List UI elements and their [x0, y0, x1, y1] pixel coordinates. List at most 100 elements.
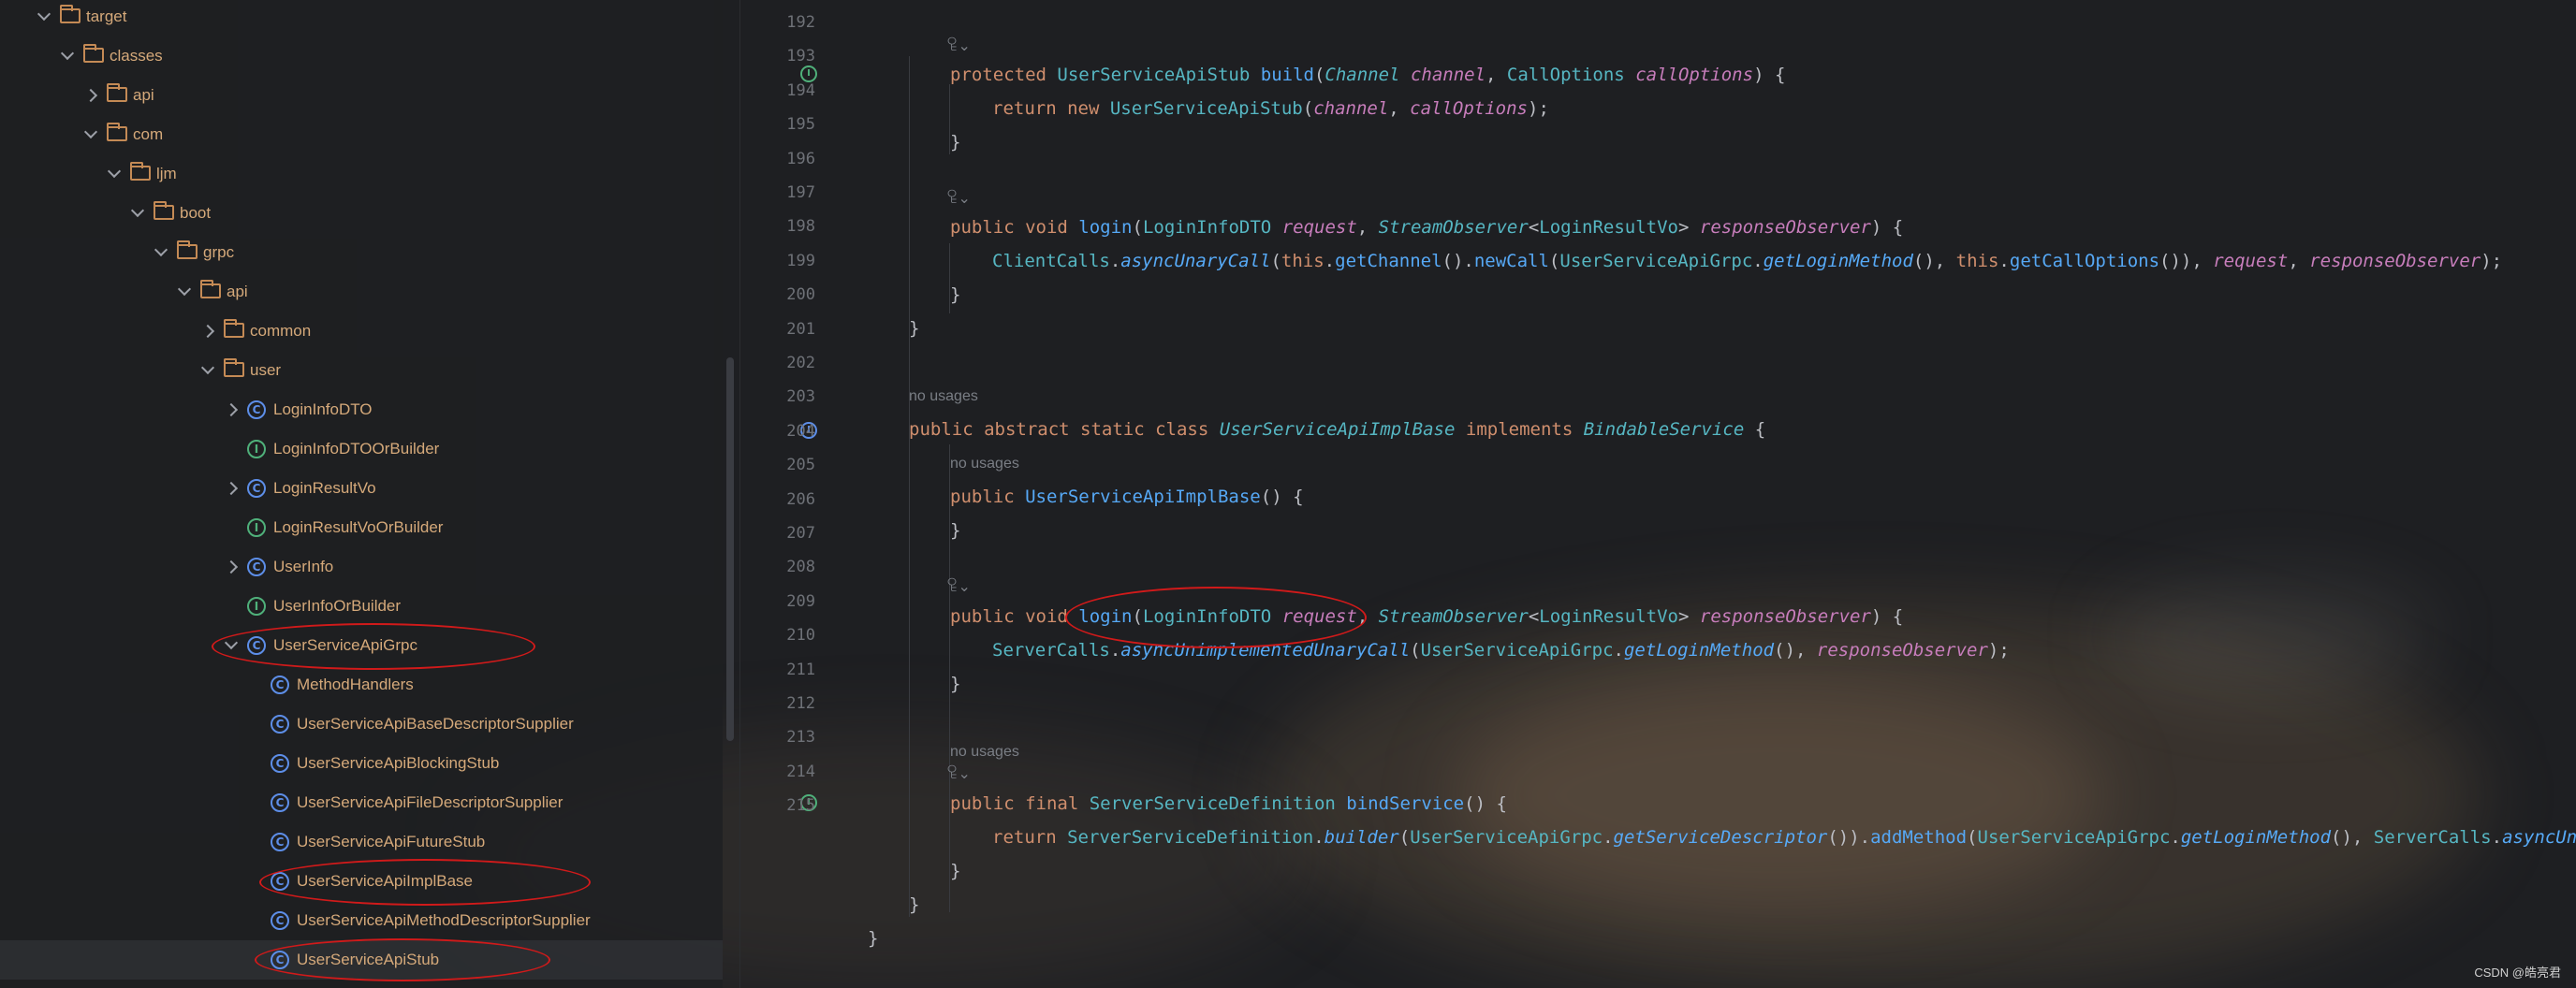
tree-item[interactable]: api	[0, 76, 723, 115]
folder-icon	[154, 201, 174, 220]
tree-item[interactable]: C UserServiceApiBaseDescriptorSupplier	[0, 705, 723, 744]
line-number: 210	[786, 626, 815, 646]
tree-item[interactable]: api	[0, 272, 723, 312]
folder-icon	[107, 123, 127, 141]
chevron-down-icon[interactable]	[107, 164, 122, 179]
tree-item[interactable]: C UserServiceApiMethodDescriptorSupplier	[0, 901, 723, 940]
chevron-right-icon[interactable]	[224, 402, 239, 417]
chevron-down-icon[interactable]	[177, 282, 192, 297]
author-hint[interactable]: ꄗ⌄	[946, 765, 971, 784]
class-icon: C	[271, 872, 289, 891]
chevron-right-icon[interactable]	[224, 481, 239, 496]
class-icon: C	[247, 636, 266, 655]
tree-item[interactable]: I LoginInfoDTOOrBuilder	[0, 429, 723, 469]
tree-item[interactable]: C UserServiceApiFileDescriptorSupplier	[0, 783, 723, 822]
folder-icon	[130, 162, 151, 181]
code-line-197[interactable]: public void login(LoginInfoDTO request, …	[950, 216, 1903, 239]
author-hint[interactable]: ꄗ⌄	[946, 37, 971, 56]
tree-item-label: LoginResultVo	[273, 479, 376, 497]
line-number: 199	[786, 251, 815, 270]
tree-item-label: LoginResultVoOrBuilder	[273, 518, 444, 536]
indent-guide	[909, 56, 910, 917]
line-number: 215	[786, 796, 815, 816]
tree-item[interactable]: grpc	[0, 233, 723, 272]
chevron-down-icon[interactable]	[83, 124, 98, 139]
tree-item[interactable]: I LoginResultVoOrBuilder	[0, 508, 723, 547]
tree-item-label: UserServiceApiStub	[297, 951, 440, 968]
code-line-207[interactable]: ServerCalls.asyncUnimplementedUnaryCall(…	[992, 639, 2010, 661]
tree-item[interactable]: C UserServiceApiImplBase	[0, 862, 723, 901]
tree-item-label: api	[227, 283, 248, 300]
class-icon: C	[271, 715, 289, 734]
chevron-down-icon[interactable]	[224, 635, 239, 650]
code-line-203[interactable]: public UserServiceApiImplBase() {	[950, 486, 1304, 508]
tree-item[interactable]: C LoginInfoDTO	[0, 390, 723, 429]
line-number: 207	[786, 524, 815, 543]
no-usages-hint[interactable]: no usages	[950, 455, 1019, 473]
tree-item[interactable]: common	[0, 312, 723, 351]
line-number: 202	[786, 354, 815, 372]
tree-item-label: user	[250, 361, 282, 379]
tree-item[interactable]: boot	[0, 194, 723, 233]
chevron-down-icon[interactable]	[37, 7, 51, 22]
code-line-211[interactable]: return ServerServiceDefinition.builder(U…	[992, 826, 2576, 849]
tree-item[interactable]: I UserInfoOrBuilder	[0, 587, 723, 626]
code-line-212[interactable]: }	[950, 860, 960, 882]
tree-item[interactable]: C UserServiceApiBlockingStub	[0, 744, 723, 783]
no-usages-hint[interactable]: no usages	[950, 743, 1019, 762]
implements-gutter-icon[interactable]: I	[800, 65, 817, 82]
tree-item[interactable]: C LoginResultVo	[0, 469, 723, 508]
code-line-208[interactable]: }	[950, 673, 960, 695]
tree-item[interactable]: target	[0, 0, 723, 36]
code-line-214[interactable]: }	[868, 927, 878, 950]
chevron-right-icon[interactable]	[224, 559, 239, 574]
chevron-down-icon[interactable]	[130, 203, 145, 218]
code-line-204[interactable]: }	[950, 519, 960, 542]
tree-item-label: UserInfoOrBuilder	[273, 597, 402, 615]
tree-item-label: LoginInfoDTO	[273, 400, 373, 418]
line-number: 192	[786, 13, 815, 32]
tree-item[interactable]: C MethodHandlers	[0, 665, 723, 705]
tree-item[interactable]: com	[0, 115, 723, 154]
code-line-200[interactable]: }	[909, 317, 919, 340]
tree-item[interactable]: C UserServiceApiGrpc	[0, 626, 723, 665]
tree-item[interactable]: user	[0, 351, 723, 390]
chevron-down-icon[interactable]	[154, 242, 168, 257]
code-line-202[interactable]: public abstract static class UserService…	[909, 418, 1765, 441]
chevron-right-icon[interactable]	[200, 324, 215, 339]
code-line-195[interactable]: }	[950, 131, 960, 153]
code-line-206[interactable]: public void login(LoginInfoDTO request, …	[950, 605, 1903, 628]
no-usages-hint[interactable]: no usages	[909, 387, 978, 406]
line-number: 195	[786, 115, 815, 135]
tree-item[interactable]: C UserInfo	[0, 547, 723, 587]
tree-item-label: LoginInfoDTOOrBuilder	[273, 440, 440, 458]
tree-item[interactable]: ljm	[0, 154, 723, 194]
chevron-down-icon[interactable]	[60, 46, 75, 61]
tree-item[interactable]: C UserServiceApiFutureStub	[0, 822, 723, 862]
line-number: 211	[786, 660, 815, 679]
class-icon: C	[271, 793, 289, 812]
code-line-213[interactable]: }	[909, 894, 919, 916]
chevron-down-icon[interactable]	[200, 360, 215, 375]
line-number: 204	[786, 421, 815, 441]
line-number: 206	[786, 489, 815, 509]
project-tree[interactable]: target classes api com ljm boot grpc api common u…	[0, 0, 723, 988]
tree-scrollbar[interactable]	[726, 357, 734, 741]
tree-item[interactable]: classes	[0, 36, 723, 76]
code-line-210[interactable]: public final ServerServiceDefinition bin…	[950, 792, 1507, 815]
code-line-193[interactable]: protected UserServiceApiStub build(Chann…	[950, 64, 1785, 86]
code-line-198[interactable]: ClientCalls.asyncUnaryCall(this.getChann…	[992, 250, 2502, 272]
interface-icon: I	[247, 440, 266, 458]
tree-item[interactable]: C UserServiceApiStub	[0, 940, 723, 980]
author-hint[interactable]: ꄗ⌄	[946, 190, 971, 209]
code-editor[interactable]: ꄗ⌄ protected UserServiceApiStub build(Ch…	[740, 0, 2576, 988]
class-icon: C	[271, 951, 289, 969]
line-number: 196	[786, 149, 815, 168]
code-line-199[interactable]: }	[950, 283, 960, 306]
watermark: CSDN @皓亮君	[2474, 966, 2561, 980]
line-number: 212	[786, 694, 815, 713]
tree-item-label: MethodHandlers	[297, 676, 414, 693]
code-line-194[interactable]: return new UserServiceApiStub(channel, c…	[992, 97, 1549, 120]
author-hint[interactable]: ꄗ⌄	[946, 578, 971, 597]
chevron-right-icon[interactable]	[83, 88, 98, 103]
